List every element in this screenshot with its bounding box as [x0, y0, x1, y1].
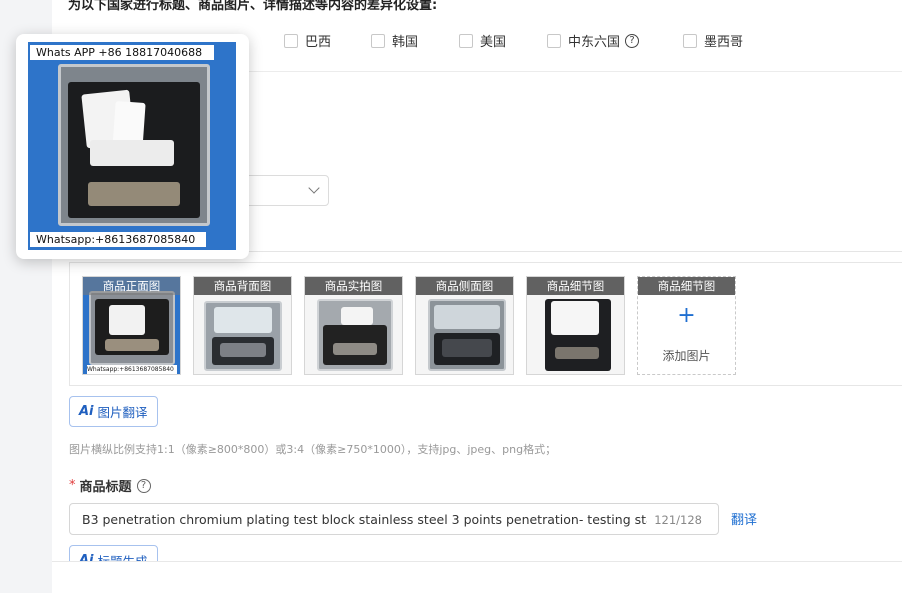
image-slot-real-shot[interactable]: 商品实拍图 — [304, 276, 403, 375]
title-input-value[interactable]: B3 penetration chromium plating test blo… — [82, 512, 647, 527]
checkbox-box[interactable] — [683, 33, 697, 48]
image-preview-popup: Whats APP +86 18817040688 Whatsapp:+8613… — [16, 34, 249, 259]
image-format-hint: 图片横纵比例支持1:1（像素≥800*800）或3:4（像素≥750*1000）… — [69, 443, 557, 456]
char-counter: 121/128 — [654, 513, 702, 527]
label-text: 商品标题 — [79, 480, 132, 495]
checkbox-mexico[interactable]: 墨西哥 — [683, 31, 743, 50]
image-translate-button[interactable]: Ai 图片翻译 — [69, 396, 158, 427]
image-slot-label: 商品侧面图 — [416, 277, 513, 295]
image-slot-back[interactable]: 商品背面图 — [193, 276, 292, 375]
image-slot-front[interactable]: Whatsapp:+8613687085840 商品正面图 — [82, 276, 181, 375]
image-slot-label: 商品实拍图 — [305, 277, 402, 295]
watermark-bottom: Whatsapp:+8613687085840 — [30, 232, 206, 247]
ai-icon: Ai — [79, 404, 94, 419]
divider — [232, 251, 902, 252]
image-slot-add[interactable]: 商品细节图 + 添加图片 — [637, 276, 736, 375]
image-slot-label: 商品细节图 — [527, 277, 624, 295]
checkbox-usa[interactable]: 美国 — [459, 31, 506, 50]
checkbox-label: 墨西哥 — [704, 35, 744, 50]
checkbox-box[interactable] — [284, 33, 298, 48]
chevron-down-icon — [308, 182, 320, 194]
image-slot-side[interactable]: 商品侧面图 — [415, 276, 514, 375]
checkbox-box[interactable] — [547, 33, 561, 48]
watermark-text: Whatsapp:+8613687085840 — [87, 365, 177, 374]
product-photo — [527, 295, 624, 374]
checkbox-brazil[interactable]: 巴西 — [284, 31, 331, 50]
preview-photo: Whats APP +86 18817040688 Whatsapp:+8613… — [28, 42, 236, 250]
plus-icon: + — [677, 303, 696, 328]
checkbox-label: 巴西 — [305, 35, 332, 50]
product-photo — [416, 295, 513, 374]
checkbox-korea[interactable]: 韩国 — [371, 31, 418, 50]
image-slot-detail[interactable]: 商品细节图 — [526, 276, 625, 375]
add-image-text: 添加图片 — [662, 349, 711, 363]
required-mark: * — [69, 478, 76, 493]
checkbox-label: 美国 — [480, 35, 507, 50]
image-slot-label: 商品背面图 — [194, 277, 291, 295]
button-label: 图片翻译 — [97, 405, 148, 420]
image-slot-label: 商品正面图 — [83, 277, 180, 295]
section-heading: 为以下国家进行标题、商品图片、详情描述等内容的差异化设置: — [68, 0, 438, 13]
image-slot-label: 商品细节图 — [638, 277, 735, 295]
product-title-label: * 商品标题 ? — [69, 476, 151, 495]
watermark-top: Whats APP +86 18817040688 — [30, 45, 214, 60]
translate-link[interactable]: 翻译 — [731, 509, 757, 528]
help-circle-icon[interactable]: ? — [136, 478, 151, 493]
help-circle-icon[interactable]: ? — [625, 33, 640, 48]
product-photo — [194, 295, 291, 374]
checkbox-box[interactable] — [459, 33, 473, 48]
product-photo — [305, 295, 402, 374]
checkbox-box[interactable] — [371, 33, 385, 48]
checkbox-gcc[interactable]: 中东六国 ? — [547, 31, 640, 50]
checkbox-label: 中东六国 — [568, 35, 621, 50]
footer-area — [52, 562, 902, 593]
product-title-input[interactable]: B3 penetration chromium plating test blo… — [69, 503, 719, 535]
checkbox-label: 韩国 — [392, 35, 419, 50]
